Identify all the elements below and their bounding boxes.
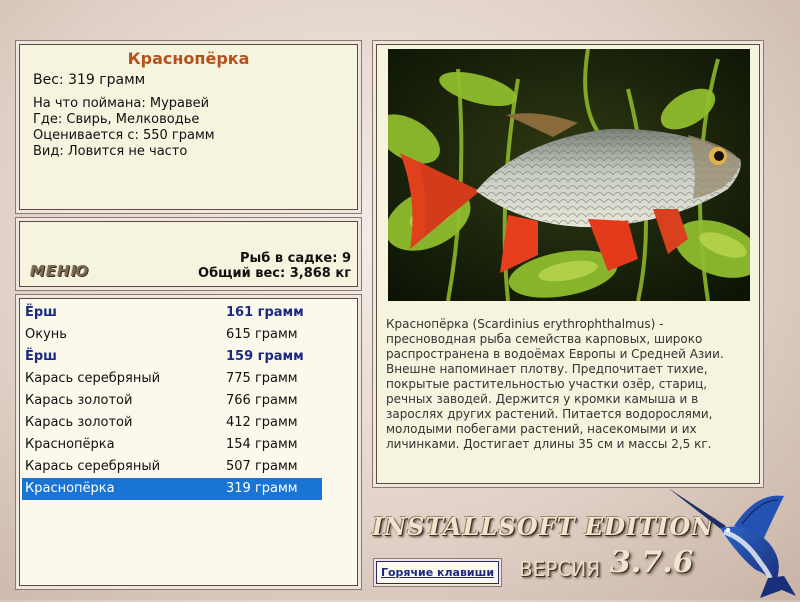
fish-name: Краснопёрка: [25, 481, 115, 496]
version-label: ВЕРСИЯ: [519, 557, 601, 581]
catch-valued: Оценивается с: 550 грамм: [33, 128, 215, 143]
hotkeys-button[interactable]: Горячие клавиши: [376, 561, 499, 584]
fish-weight: 507 грамм: [226, 459, 298, 474]
edition-title: INSTALLSOFT EDITION: [372, 512, 715, 541]
catch-place: Где: Свирь, Мелководье: [33, 112, 200, 127]
fish-name: Карась серебряный: [25, 459, 161, 474]
keepnet-count: Рыб в садке: 9: [239, 251, 351, 266]
fish-description: Краснопёрка (Scardinius erythrophthalmus…: [386, 317, 724, 451]
fish-name: Окунь: [25, 327, 67, 342]
list-item[interactable]: Карась золотой 766 грамм: [22, 390, 322, 412]
catch-species: Вид: Ловится не часто: [33, 144, 188, 159]
catch-weight: Вес: 319 грамм: [33, 72, 146, 88]
fish-weight: 412 грамм: [226, 415, 298, 430]
keepnet-panel: МЕНЮ Рыб в садке: 9 Общий вес: 3,868 кг: [19, 221, 358, 287]
fish-info-panel: Краснопёрка (Scardinius erythrophthalmus…: [376, 44, 760, 484]
list-item[interactable]: Окунь 615 грамм: [22, 324, 322, 346]
marlin-logo-icon: [664, 486, 798, 598]
fish-weight: 319 грамм: [226, 481, 298, 496]
fish-name: Ёрш: [25, 349, 57, 364]
fish-photo: [388, 49, 750, 301]
fish-name: Краснопёрка: [25, 437, 115, 452]
catch-bait: На что поймана: Муравей: [33, 96, 210, 111]
fish-list: Ёрш 161 грамм Окунь 615 грамм Ёрш 159 гр…: [19, 298, 358, 586]
list-item-selected[interactable]: Краснопёрка 319 грамм: [22, 478, 322, 500]
fish-weight: 159 грамм: [226, 349, 304, 364]
fish-weight: 161 грамм: [226, 305, 304, 320]
fish-name: Карась золотой: [25, 415, 133, 430]
fish-name: Карась золотой: [25, 393, 133, 408]
list-item[interactable]: Краснопёрка 154 грамм: [22, 434, 322, 456]
list-item[interactable]: Ёрш 161 грамм: [22, 302, 322, 324]
list-item[interactable]: Карась серебряный 507 грамм: [22, 456, 322, 478]
catch-title: Краснопёрка: [127, 49, 250, 68]
fish-weight: 775 грамм: [226, 371, 298, 386]
list-item[interactable]: Ёрш 159 грамм: [22, 346, 322, 368]
catch-info-panel: Краснопёрка Вес: 319 грамм На что пойман…: [19, 44, 358, 210]
fish-name: Карась серебряный: [25, 371, 161, 386]
fish-weight: 766 грамм: [226, 393, 298, 408]
menu-button[interactable]: МЕНЮ: [30, 262, 89, 280]
fish-name: Ёрш: [25, 305, 57, 320]
keepnet-total-weight: Общий вес: 3,868 кг: [198, 266, 351, 281]
fish-weight: 154 грамм: [226, 437, 298, 452]
fish-weight: 615 грамм: [226, 327, 298, 342]
list-item[interactable]: Карась золотой 412 грамм: [22, 412, 322, 434]
list-item[interactable]: Карась серебряный 775 грамм: [22, 368, 322, 390]
